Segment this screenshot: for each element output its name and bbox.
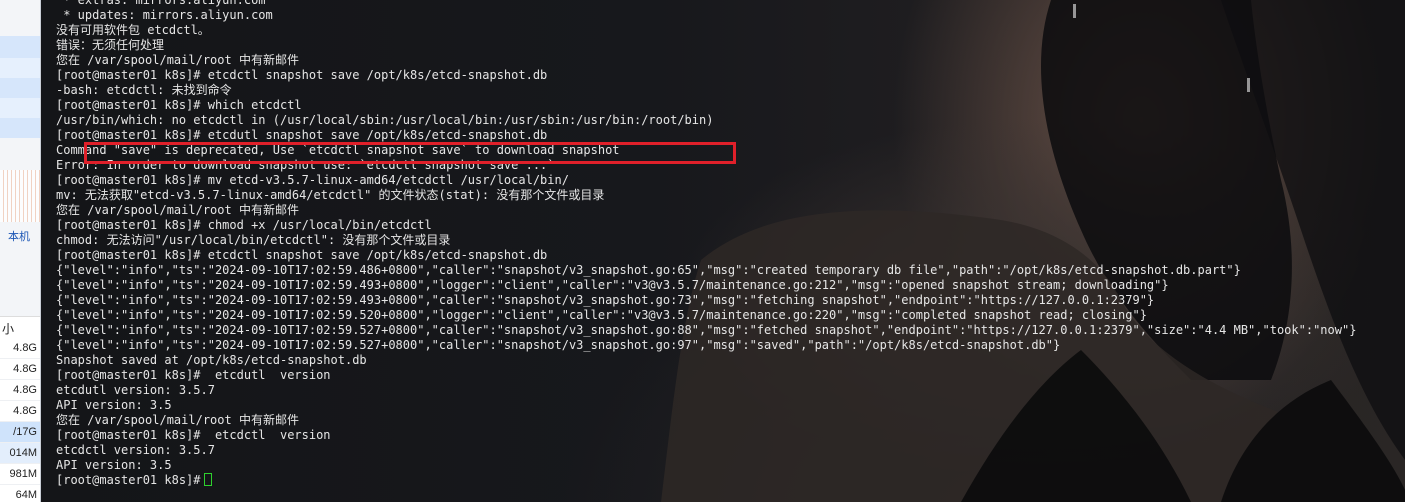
- size-cell: 64M: [0, 485, 40, 502]
- terminal-line: chmod: 无法访问"/usr/local/bin/etcdctl": 没有那…: [56, 233, 451, 247]
- list-row-selected[interactable]: [0, 36, 40, 58]
- terminal-window[interactable]: * extras: mirrors.aliyun.com * updates: …: [41, 0, 1405, 502]
- terminal-line: {"level":"info","ts":"2024-09-10T17:02:5…: [56, 263, 1241, 277]
- terminal-line: 您在 /var/spool/mail/root 中有新邮件: [56, 203, 299, 217]
- terminal-line: [root@master01 k8s]# etcdctl version: [56, 428, 331, 442]
- list-row[interactable]: [0, 78, 40, 98]
- terminal-line: mv: 无法获取"etcd-v3.5.7-linux-amd64/etcdctl…: [56, 188, 605, 202]
- terminal-line: [root@master01 k8s]# etcdctl snapshot sa…: [56, 68, 548, 82]
- terminal-line: API version: 3.5: [56, 398, 172, 412]
- terminal-output: * extras: mirrors.aliyun.com * updates: …: [56, 0, 1356, 488]
- terminal-line: [root@master01 k8s]# etcdutl snapshot sa…: [56, 128, 548, 142]
- terminal-line: 没有可用软件包 etcdctl。: [56, 23, 210, 37]
- terminal-line: {"level":"info","ts":"2024-09-10T17:02:5…: [56, 278, 1169, 292]
- terminal-line: {"level":"info","ts":"2024-09-10T17:02:5…: [56, 308, 1147, 322]
- terminal-line: 您在 /var/spool/mail/root 中有新邮件: [56, 413, 299, 427]
- terminal-line: Error: In order to download snapshot use…: [56, 158, 555, 172]
- shell-prompt: [root@master01 k8s]#: [56, 473, 201, 487]
- terminal-line: * updates: mirrors.aliyun.com: [56, 8, 273, 22]
- terminal-line: etcdctl version: 3.5.7: [56, 443, 215, 457]
- size-cell-selected: /17G: [0, 422, 40, 443]
- terminal-line: 您在 /var/spool/mail/root 中有新邮件: [56, 53, 299, 67]
- terminal-line: 错误：无须任何处理: [56, 38, 165, 52]
- terminal-line: etcdutl version: 3.5.7: [56, 383, 215, 397]
- size-list: 4.8G 4.8G 4.8G 4.8G /17G 014M 981M 64M: [0, 338, 40, 502]
- size-column-header-label: 小: [2, 322, 15, 336]
- list-row[interactable]: [0, 118, 40, 138]
- terminal-line: * extras: mirrors.aliyun.com: [56, 0, 266, 7]
- terminal-line: [root@master01 k8s]# etcdctl snapshot sa…: [56, 248, 548, 262]
- size-cell: 4.8G: [0, 338, 40, 359]
- terminal-line: [root@master01 k8s]# etcdutl version: [56, 368, 331, 382]
- terminal-line: -bash: etcdctl: 未找到命令: [56, 83, 232, 97]
- terminal-line: {"level":"info","ts":"2024-09-10T17:02:5…: [56, 323, 1357, 337]
- text-cursor-icon: [203, 473, 212, 486]
- left-background-window: 本机 小 4.8G 4.8G 4.8G 4.8G /17G 014M 981M …: [0, 0, 41, 502]
- terminal-line: [root@master01 k8s]# which etcdctl: [56, 98, 302, 112]
- terminal-line: Snapshot saved at /opt/k8s/etcd-snapshot…: [56, 353, 367, 367]
- terminal-line: /usr/bin/which: no etcdctl in (/usr/loca…: [56, 113, 714, 127]
- size-cell: 014M: [0, 443, 40, 464]
- size-cell: 4.8G: [0, 380, 40, 401]
- local-machine-link[interactable]: 本机: [8, 228, 30, 244]
- size-column-header[interactable]: 小: [0, 316, 40, 339]
- list-row[interactable]: [0, 98, 40, 118]
- terminal-line: {"level":"info","ts":"2024-09-10T17:02:5…: [56, 338, 1061, 352]
- terminal-line: [root@master01 k8s]# mv etcd-v3.5.7-linu…: [56, 173, 569, 187]
- terminal-line: [root@master01 k8s]# chmod +x /usr/local…: [56, 218, 432, 232]
- usage-chart: [0, 170, 40, 222]
- terminal-line: API version: 3.5: [56, 458, 172, 472]
- terminal-prompt-line[interactable]: [root@master01 k8s]#: [56, 473, 1356, 488]
- size-cell: 4.8G: [0, 359, 40, 380]
- terminal-line: {"level":"info","ts":"2024-09-10T17:02:5…: [56, 293, 1155, 307]
- terminal-line: Command "save" is deprecated, Use `etcdc…: [56, 143, 620, 157]
- size-cell: 981M: [0, 464, 40, 485]
- size-cell: 4.8G: [0, 401, 40, 422]
- list-row[interactable]: [0, 58, 40, 78]
